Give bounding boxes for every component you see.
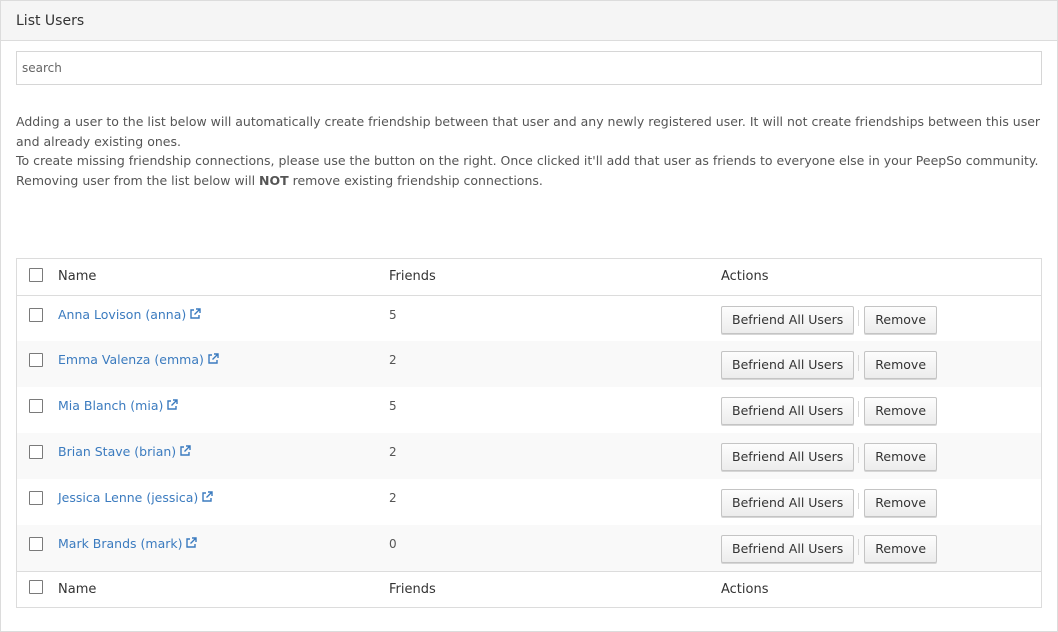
user-name-cell: Mia Blanch (mia): [58, 387, 389, 433]
row-checkbox[interactable]: [29, 537, 43, 551]
info-line-1: Adding a user to the list below will aut…: [16, 114, 1041, 149]
remove-button[interactable]: Remove: [864, 535, 938, 563]
action-separator: [858, 493, 860, 509]
action-separator: [858, 309, 860, 326]
external-link-icon: [185, 537, 198, 552]
friends-count: 2: [389, 491, 397, 505]
row-select-cell: [17, 525, 58, 571]
table-row: Mark Brands (mark) 0 Befriend All Users Rem…: [17, 525, 1041, 571]
external-link-icon: [179, 445, 191, 460]
users-table-wrap: Name Friends Actions Anna Lovison (anna)…: [16, 258, 1042, 608]
befriend-all-button[interactable]: Befriend All Users: [721, 443, 855, 471]
friends-count: 2: [389, 353, 397, 367]
search-wrap: [16, 51, 1042, 85]
friends-count: 5: [389, 399, 397, 413]
user-profile-link[interactable]: Emma Valenza (emma): [58, 352, 219, 367]
column-header-name: Name: [58, 269, 97, 285]
befriend-all-button[interactable]: Befriend All Users: [721, 351, 855, 379]
table-row: Mia Blanch (mia) 5 Befriend All Users Remov…: [17, 387, 1041, 433]
table-footer-row: Name Friends Actions: [17, 571, 1041, 607]
column-footer-friends: Friends: [389, 581, 436, 597]
user-profile-link[interactable]: Mark Brands (mark): [58, 536, 198, 552]
info-line-3-start: Removing user from the list below will: [16, 172, 260, 188]
befriend-all-button[interactable]: Befriend All Users: [721, 535, 855, 563]
remove-button[interactable]: Remove: [864, 351, 938, 379]
row-select-cell: [17, 295, 58, 341]
info-text: Adding a user to the list below will aut…: [16, 112, 1046, 190]
row-select-cell: [17, 387, 58, 433]
row-select-cell: [17, 433, 58, 479]
user-profile-link[interactable]: Mia Blanch (mia): [58, 398, 179, 414]
befriend-all-button[interactable]: Befriend All Users: [721, 489, 855, 517]
remove-button[interactable]: Remove: [864, 443, 938, 471]
external-link-icon: [189, 307, 201, 323]
remove-button[interactable]: Remove: [864, 305, 938, 334]
row-checkbox[interactable]: [29, 307, 43, 322]
column-header-friends: Friends: [389, 269, 436, 285]
user-name: Brian Stave (brian): [58, 444, 177, 459]
user-name-cell: Mark Brands (mark): [58, 525, 389, 571]
actions-cell: Befriend All Users Remove: [721, 387, 1041, 433]
column-footer-actions: Actions: [721, 581, 769, 597]
user-name-cell: Anna Lovison (anna): [58, 295, 389, 341]
user-name: Jessica Lenne (jessica): [58, 490, 199, 505]
user-name-cell: Brian Stave (brian): [58, 433, 389, 479]
actions-cell: Befriend All Users Remove: [721, 479, 1041, 525]
table-body: Anna Lovison (anna) 5 Befriend All Users Re…: [17, 295, 1041, 571]
info-line-3-end: remove existing friendship connections.: [288, 172, 543, 188]
table-row: Anna Lovison (anna) 5 Befriend All Users Re…: [17, 295, 1041, 341]
action-separator: [858, 401, 860, 417]
panel-title: List Users: [16, 12, 85, 29]
table-row: Jessica Lenne (jessica) 2 Befriend All Use…: [17, 479, 1041, 525]
column-header-actions: Actions: [721, 269, 769, 285]
user-name: Anna Lovison (anna): [58, 306, 187, 322]
row-select-cell: [17, 479, 58, 525]
table-row: Brian Stave (brian) 2 Befriend All Users Re…: [17, 433, 1041, 479]
external-link-icon: [201, 491, 213, 506]
remove-button[interactable]: Remove: [864, 489, 938, 517]
user-profile-link[interactable]: Jessica Lenne (jessica): [58, 490, 213, 505]
external-link-icon: [166, 399, 179, 414]
befriend-all-button[interactable]: Befriend All Users: [721, 397, 855, 425]
actions-cell: Befriend All Users Remove: [721, 341, 1041, 387]
action-separator: [858, 539, 860, 555]
user-name-cell: Emma Valenza (emma): [58, 341, 389, 387]
user-name: Mia Blanch (mia): [58, 398, 164, 413]
list-users-panel: List Users Adding a user to the list bel…: [0, 0, 1058, 632]
actions-cell: Befriend All Users Remove: [721, 295, 1041, 341]
actions-cell: Befriend All Users Remove: [721, 433, 1041, 479]
user-name: Mark Brands (mark): [58, 536, 183, 551]
column-footer-name: Name: [58, 581, 97, 597]
user-profile-link[interactable]: Brian Stave (brian): [58, 444, 191, 459]
table-header-row: Name Friends Actions: [17, 259, 1041, 295]
row-checkbox[interactable]: [29, 491, 43, 505]
friends-count: 5: [389, 307, 397, 322]
remove-button[interactable]: Remove: [864, 397, 938, 425]
row-checkbox[interactable]: [29, 353, 43, 367]
info-line-3: Removing user from the list below will N…: [16, 171, 1046, 191]
select-all-checkbox[interactable]: [29, 267, 43, 282]
action-separator: [858, 447, 860, 463]
friends-count: 0: [389, 537, 397, 551]
select-all-cell: [17, 259, 58, 295]
table-row: Emma Valenza (emma) 2 Befriend All Users Re…: [17, 341, 1041, 387]
info-line-2: To create missing friendship connections…: [16, 153, 1039, 168]
action-separator: [858, 355, 860, 371]
external-link-icon: [207, 353, 219, 368]
row-checkbox[interactable]: [29, 445, 43, 459]
select-all-footer-cell: [17, 571, 58, 607]
actions-cell: Befriend All Users Remove: [721, 525, 1041, 571]
user-name-cell: Jessica Lenne (jessica): [58, 479, 389, 525]
user-name: Emma Valenza (emma): [58, 352, 204, 367]
friends-count: 2: [389, 445, 397, 459]
panel-header: List Users: [1, 1, 1057, 41]
user-profile-link[interactable]: Anna Lovison (anna): [58, 307, 201, 322]
befriend-all-button[interactable]: Befriend All Users: [721, 305, 855, 334]
select-all-footer-checkbox[interactable]: [29, 580, 43, 595]
row-checkbox[interactable]: [29, 399, 43, 413]
search-input[interactable]: [16, 51, 1042, 85]
users-table: Name Friends Actions Anna Lovison (anna)…: [17, 259, 1041, 607]
row-select-cell: [17, 341, 58, 387]
info-line-3-bold: NOT: [259, 172, 289, 188]
